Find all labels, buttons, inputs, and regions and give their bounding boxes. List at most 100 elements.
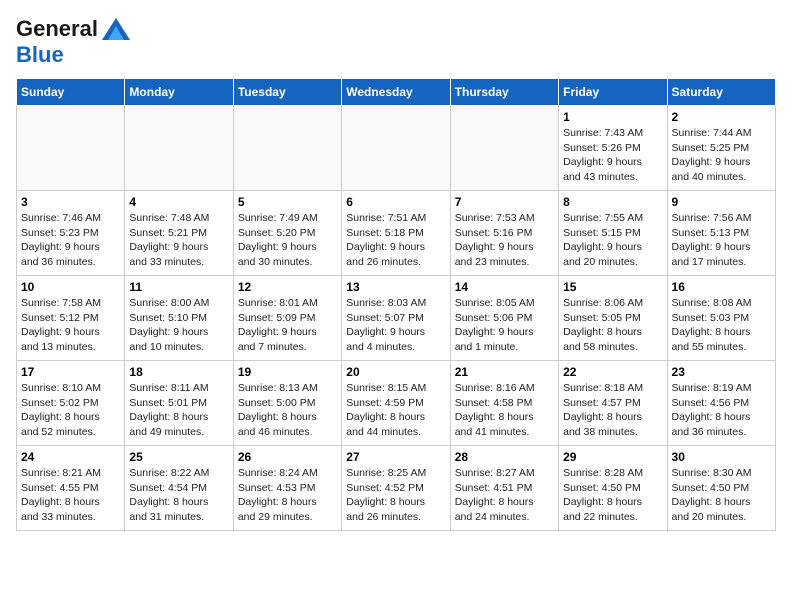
day-info: Sunrise: 7:58 AM Sunset: 5:12 PM Dayligh… — [21, 296, 120, 355]
logo-icon — [102, 18, 130, 40]
calendar-cell — [450, 106, 558, 191]
day-number: 16 — [672, 280, 771, 294]
weekday-header-sunday: Sunday — [17, 79, 125, 106]
day-info: Sunrise: 8:03 AM Sunset: 5:07 PM Dayligh… — [346, 296, 445, 355]
calendar-cell: 3 Sunrise: 7:46 AM Sunset: 5:23 PM Daylig… — [17, 191, 125, 276]
calendar-cell — [342, 106, 450, 191]
day-info: Sunrise: 8:01 AM Sunset: 5:09 PM Dayligh… — [238, 296, 337, 355]
day-info: Sunrise: 8:16 AM Sunset: 4:58 PM Dayligh… — [455, 381, 554, 440]
calendar-cell: 11 Sunrise: 8:00 AM Sunset: 5:10 PM Dayli… — [125, 276, 233, 361]
week-row-5: 24Sunrise: 8:21 AM Sunset: 4:55 PM Dayli… — [17, 446, 776, 531]
day-number: 11 — [129, 280, 228, 294]
calendar-cell: 23 Sunrise: 8:19 AM Sunset: 4:56 PM Dayli… — [667, 361, 775, 446]
calendar-cell: 21Sunrise: 8:16 AM Sunset: 4:58 PM Dayli… — [450, 361, 558, 446]
page-header: General Blue — [16, 16, 776, 68]
day-info: Sunrise: 8:15 AM Sunset: 4:59 PM Dayligh… — [346, 381, 445, 440]
logo-text-blue: Blue — [16, 42, 64, 67]
day-number: 13 — [346, 280, 445, 294]
day-number: 5 — [238, 195, 337, 209]
weekday-header-tuesday: Tuesday — [233, 79, 341, 106]
day-number: 4 — [129, 195, 228, 209]
calendar-cell: 20 Sunrise: 8:15 AM Sunset: 4:59 PM Dayli… — [342, 361, 450, 446]
day-info: Sunrise: 8:00 AM Sunset: 5:10 PM Dayligh… — [129, 296, 228, 355]
calendar-cell: 30 Sunrise: 8:30 AM Sunset: 4:50 PM Dayli… — [667, 446, 775, 531]
calendar-cell: 25Sunrise: 8:22 AM Sunset: 4:54 PM Dayli… — [125, 446, 233, 531]
calendar-cell — [17, 106, 125, 191]
day-info: Sunrise: 7:44 AM Sunset: 5:25 PM Dayligh… — [672, 126, 771, 185]
weekday-header-wednesday: Wednesday — [342, 79, 450, 106]
day-info: Sunrise: 7:51 AM Sunset: 5:18 PM Dayligh… — [346, 211, 445, 270]
day-number: 6 — [346, 195, 445, 209]
logo: General Blue — [16, 16, 130, 68]
day-info: Sunrise: 8:30 AM Sunset: 4:50 PM Dayligh… — [672, 466, 771, 525]
calendar-cell: 6 Sunrise: 7:51 AM Sunset: 5:18 PM Daylig… — [342, 191, 450, 276]
calendar-cell: 28Sunrise: 8:27 AM Sunset: 4:51 PM Dayli… — [450, 446, 558, 531]
day-number: 8 — [563, 195, 662, 209]
calendar-cell: 10Sunrise: 7:58 AM Sunset: 5:12 PM Dayli… — [17, 276, 125, 361]
calendar-cell: 13 Sunrise: 8:03 AM Sunset: 5:07 PM Dayli… — [342, 276, 450, 361]
day-number: 3 — [21, 195, 120, 209]
week-row-3: 10Sunrise: 7:58 AM Sunset: 5:12 PM Dayli… — [17, 276, 776, 361]
day-number: 2 — [672, 110, 771, 124]
day-number: 23 — [672, 365, 771, 379]
logo-text-general: General — [16, 16, 98, 42]
calendar-cell — [125, 106, 233, 191]
calendar-cell: 4 Sunrise: 7:48 AM Sunset: 5:21 PM Daylig… — [125, 191, 233, 276]
day-info: Sunrise: 8:18 AM Sunset: 4:57 PM Dayligh… — [563, 381, 662, 440]
weekday-header-monday: Monday — [125, 79, 233, 106]
calendar-cell: 17Sunrise: 8:10 AM Sunset: 5:02 PM Dayli… — [17, 361, 125, 446]
day-info: Sunrise: 8:08 AM Sunset: 5:03 PM Dayligh… — [672, 296, 771, 355]
calendar-cell: 29 Sunrise: 8:28 AM Sunset: 4:50 PM Dayli… — [559, 446, 667, 531]
day-info: Sunrise: 8:28 AM Sunset: 4:50 PM Dayligh… — [563, 466, 662, 525]
day-info: Sunrise: 8:05 AM Sunset: 5:06 PM Dayligh… — [455, 296, 554, 355]
day-info: Sunrise: 7:56 AM Sunset: 5:13 PM Dayligh… — [672, 211, 771, 270]
day-number: 1 — [563, 110, 662, 124]
weekday-header-friday: Friday — [559, 79, 667, 106]
calendar-cell: 1 Sunrise: 7:43 AM Sunset: 5:26 PM Daylig… — [559, 106, 667, 191]
calendar-cell: 24Sunrise: 8:21 AM Sunset: 4:55 PM Dayli… — [17, 446, 125, 531]
calendar-cell: 16 Sunrise: 8:08 AM Sunset: 5:03 PM Dayli… — [667, 276, 775, 361]
calendar-cell: 14 Sunrise: 8:05 AM Sunset: 5:06 PM Dayli… — [450, 276, 558, 361]
day-info: Sunrise: 7:55 AM Sunset: 5:15 PM Dayligh… — [563, 211, 662, 270]
day-info: Sunrise: 7:43 AM Sunset: 5:26 PM Dayligh… — [563, 126, 662, 185]
day-number: 17 — [21, 365, 120, 379]
weekday-header-saturday: Saturday — [667, 79, 775, 106]
day-info: Sunrise: 8:19 AM Sunset: 4:56 PM Dayligh… — [672, 381, 771, 440]
calendar-cell: 5Sunrise: 7:49 AM Sunset: 5:20 PM Daylig… — [233, 191, 341, 276]
calendar-cell: 12 Sunrise: 8:01 AM Sunset: 5:09 PM Dayli… — [233, 276, 341, 361]
day-number: 27 — [346, 450, 445, 464]
day-info: Sunrise: 7:48 AM Sunset: 5:21 PM Dayligh… — [129, 211, 228, 270]
calendar-cell: 26 Sunrise: 8:24 AM Sunset: 4:53 PM Dayli… — [233, 446, 341, 531]
calendar-cell: 22 Sunrise: 8:18 AM Sunset: 4:57 PM Dayli… — [559, 361, 667, 446]
day-info: Sunrise: 8:24 AM Sunset: 4:53 PM Dayligh… — [238, 466, 337, 525]
calendar-cell: 7 Sunrise: 7:53 AM Sunset: 5:16 PM Daylig… — [450, 191, 558, 276]
day-number: 12 — [238, 280, 337, 294]
day-number: 15 — [563, 280, 662, 294]
day-number: 7 — [455, 195, 554, 209]
day-info: Sunrise: 7:53 AM Sunset: 5:16 PM Dayligh… — [455, 211, 554, 270]
day-info: Sunrise: 8:11 AM Sunset: 5:01 PM Dayligh… — [129, 381, 228, 440]
calendar-cell: 15Sunrise: 8:06 AM Sunset: 5:05 PM Dayli… — [559, 276, 667, 361]
day-number: 28 — [455, 450, 554, 464]
day-number: 19 — [238, 365, 337, 379]
day-number: 9 — [672, 195, 771, 209]
day-info: Sunrise: 8:21 AM Sunset: 4:55 PM Dayligh… — [21, 466, 120, 525]
calendar-cell: 27 Sunrise: 8:25 AM Sunset: 4:52 PM Dayli… — [342, 446, 450, 531]
day-number: 30 — [672, 450, 771, 464]
day-number: 29 — [563, 450, 662, 464]
day-info: Sunrise: 8:22 AM Sunset: 4:54 PM Dayligh… — [129, 466, 228, 525]
week-row-4: 17Sunrise: 8:10 AM Sunset: 5:02 PM Dayli… — [17, 361, 776, 446]
day-number: 22 — [563, 365, 662, 379]
day-number: 14 — [455, 280, 554, 294]
day-number: 20 — [346, 365, 445, 379]
calendar-cell: 18Sunrise: 8:11 AM Sunset: 5:01 PM Dayli… — [125, 361, 233, 446]
week-row-1: 1 Sunrise: 7:43 AM Sunset: 5:26 PM Daylig… — [17, 106, 776, 191]
calendar-cell: 2 Sunrise: 7:44 AM Sunset: 5:25 PM Daylig… — [667, 106, 775, 191]
day-info: Sunrise: 7:46 AM Sunset: 5:23 PM Dayligh… — [21, 211, 120, 270]
weekday-header-thursday: Thursday — [450, 79, 558, 106]
day-number: 26 — [238, 450, 337, 464]
week-row-2: 3 Sunrise: 7:46 AM Sunset: 5:23 PM Daylig… — [17, 191, 776, 276]
day-info: Sunrise: 8:25 AM Sunset: 4:52 PM Dayligh… — [346, 466, 445, 525]
calendar-cell — [233, 106, 341, 191]
calendar-cell: 9 Sunrise: 7:56 AM Sunset: 5:13 PM Daylig… — [667, 191, 775, 276]
